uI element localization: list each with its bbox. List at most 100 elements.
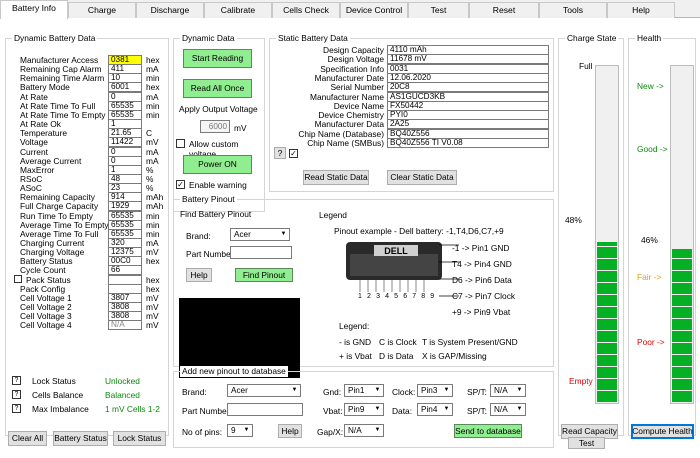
enable-warning-checkbox[interactable]: ✓ xyxy=(176,180,185,189)
chevron-down-icon: ▼ xyxy=(516,406,523,412)
static-help-button[interactable]: ? xyxy=(274,147,286,159)
add-brand-label: Brand: xyxy=(182,387,207,397)
help-button[interactable]: Help xyxy=(186,268,212,282)
output-voltage-input[interactable]: 6000 xyxy=(200,120,230,133)
battery-pinout-group: Battery Pinout Find Battery Pinout Brand… xyxy=(173,194,554,378)
legend-label: Legend: xyxy=(339,321,370,331)
brand-select[interactable]: Acer ▼ xyxy=(230,228,290,241)
help-icon[interactable]: ? xyxy=(12,390,21,399)
pin-lines: -1 -> Pin1 GND T4 -> Pin4 GND D6 -> Pin6… xyxy=(452,240,515,320)
group-title: Dynamic Battery Data xyxy=(12,33,98,44)
static-row-value: BQ40Z556 TI V0.08 xyxy=(387,138,549,148)
enable-warning-label: Enable warning xyxy=(189,180,247,190)
part-number-input[interactable] xyxy=(230,246,292,259)
read-all-once-button[interactable]: Read All Once xyxy=(183,79,252,98)
pin-line: -1 -> Pin1 GND xyxy=(452,243,510,253)
send-to-database-button[interactable]: Send to database xyxy=(454,424,522,438)
chevron-down-icon: ▼ xyxy=(243,427,250,433)
tab-cells-check[interactable]: Cells Check xyxy=(272,2,340,18)
add-help-button[interactable]: Help xyxy=(278,424,302,438)
legend-item: D is Data xyxy=(379,351,414,361)
pin-line: +9 -> Pin9 Vbat xyxy=(452,307,511,317)
group-title: Add new pinout to database xyxy=(180,366,288,377)
compute-health-button[interactable]: Compute Health xyxy=(631,424,694,439)
gnd-select[interactable]: Pin1 ▼ xyxy=(344,384,384,397)
static-row-label: Chip Name (SMBus) xyxy=(307,138,384,148)
tab-reset[interactable]: Reset xyxy=(469,2,539,18)
find-pinout-title: Find Battery Pinout xyxy=(180,209,252,219)
tab-test[interactable]: Test xyxy=(408,2,469,18)
tab-calibrate[interactable]: Calibrate xyxy=(204,2,272,18)
help-icon[interactable]: ? xyxy=(12,376,21,385)
clock-value: Pin3 xyxy=(421,386,438,395)
gap-x-select[interactable]: N/A ▼ xyxy=(344,424,384,437)
no-of-pins-label: No of pins: xyxy=(182,427,223,437)
cells-balance-label: Cells Balance xyxy=(32,390,84,400)
find-pinout-group: Find Battery Pinout Brand: Acer ▼ Part Nu… xyxy=(177,209,302,378)
legend-item: T is System Present/GND xyxy=(422,337,518,347)
dynamic-row-value: N/A xyxy=(108,320,142,331)
vbat-label: Vbat: xyxy=(323,406,343,416)
sp-t-select-2[interactable]: N/A ▼ xyxy=(490,403,526,416)
add-part-number-input[interactable] xyxy=(227,403,303,416)
battery-status-button[interactable]: Battery Status xyxy=(53,431,108,446)
vbat-select[interactable]: Pin9 ▼ xyxy=(344,403,384,416)
tab-device-control[interactable]: Device Control xyxy=(340,2,408,18)
chevron-down-icon: ▼ xyxy=(291,387,298,393)
chevron-down-icon: ▼ xyxy=(374,427,381,433)
allow-custom-voltage-checkbox[interactable] xyxy=(176,139,185,148)
static-row: Chip Name (SMBus) BQ40Z556 TI V0.08 xyxy=(270,138,555,148)
health-bar xyxy=(670,65,694,404)
brand-select-value: Acer xyxy=(234,230,251,239)
part-number-label: Part Number: xyxy=(186,249,236,259)
sp-t-select-1[interactable]: N/A ▼ xyxy=(490,384,526,397)
charge-percent-label: 48% xyxy=(565,215,582,225)
health-good-label: Good -> xyxy=(637,144,668,154)
start-reading-button[interactable]: Start Reading xyxy=(183,49,252,68)
lock-status-label: Lock Status xyxy=(32,376,76,386)
data-select[interactable]: Pin4 ▼ xyxy=(417,403,453,416)
clock-select[interactable]: Pin3 ▼ xyxy=(417,384,453,397)
data-value: Pin4 xyxy=(421,405,438,414)
lock-status-button[interactable]: Lock Status xyxy=(113,431,166,446)
no-of-pins-value: 9 xyxy=(231,426,236,435)
add-brand-select[interactable]: Acer ▼ xyxy=(227,384,301,397)
health-percent-label: 46% xyxy=(641,235,658,245)
battery-info-panel: Dynamic Battery Data Manufacturer Access… xyxy=(0,18,700,458)
help-icon[interactable]: ? xyxy=(12,404,21,413)
no-of-pins-select[interactable]: 9 ▼ xyxy=(227,424,253,437)
dell-connector-image: DELL xyxy=(346,242,442,292)
clear-all-button[interactable]: Clear All xyxy=(8,431,47,446)
chip-name-smbus-checkbox[interactable]: ✓ xyxy=(289,149,298,158)
vbat-value: Pin9 xyxy=(348,405,365,414)
gnd-value: Pin1 xyxy=(348,386,365,395)
sp-t-value: N/A xyxy=(494,405,508,414)
tab-charge[interactable]: Charge xyxy=(68,2,136,18)
tab-discharge[interactable]: Discharge xyxy=(136,2,204,18)
power-on-button[interactable]: Power ON xyxy=(183,155,252,174)
test-button[interactable]: Test xyxy=(568,437,605,449)
gap-x-label: Gap/X: xyxy=(317,427,344,437)
find-pinout-button[interactable]: Find Pinout xyxy=(235,268,293,282)
chevron-down-icon: ▼ xyxy=(516,387,523,393)
pack-status-checkbox[interactable] xyxy=(14,274,22,283)
charge-empty-label: Empty xyxy=(569,376,593,386)
charge-state-fill xyxy=(597,242,617,402)
dynamic-battery-data-group: Dynamic Battery Data Manufacturer Access… xyxy=(5,33,169,436)
charge-state-bar xyxy=(595,65,619,404)
health-fill xyxy=(672,248,692,402)
tab-battery-info[interactable]: Battery Info xyxy=(0,0,68,19)
pin-line: C7 -> Pin7 Clock xyxy=(452,291,516,301)
voltage-unit: mV xyxy=(234,123,247,133)
clock-label: Clock: xyxy=(392,387,416,397)
data-label: Data: xyxy=(392,406,413,416)
sp-t-label: SP/T: xyxy=(467,406,488,416)
tab-tools[interactable]: Tools xyxy=(539,2,607,18)
read-static-data-button[interactable]: Read Static Data xyxy=(303,170,369,185)
clear-static-data-button[interactable]: Clear Static Data xyxy=(387,170,457,185)
add-brand-value: Acer xyxy=(231,386,248,395)
cells-balance-row: ? Cells Balance Balanced xyxy=(12,389,166,401)
tab-help[interactable]: Help xyxy=(607,2,675,18)
gnd-label: Gnd: xyxy=(323,387,342,397)
health-group: Health New -> Good -> Fair -> Poor -> 46… xyxy=(628,33,696,436)
